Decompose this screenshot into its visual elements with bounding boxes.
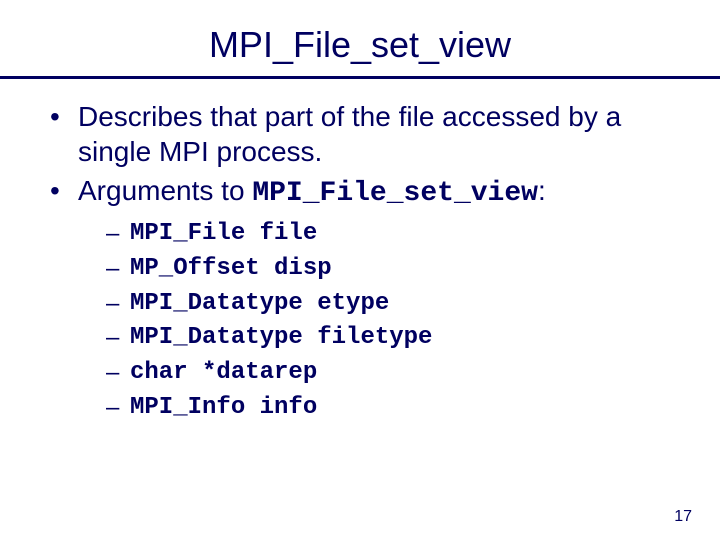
argument-item: MPI_Datatype etype	[106, 287, 680, 322]
argument-item: MP_Offset disp	[106, 252, 680, 287]
slide-title: MPI_File_set_view	[40, 24, 680, 66]
argument-item: MPI_Datatype filetype	[106, 321, 680, 356]
argument-item: char *datarep	[106, 356, 680, 391]
argument-item: MPI_File file	[106, 217, 680, 252]
bullet-text-suffix: :	[538, 175, 546, 206]
page-number: 17	[674, 508, 692, 526]
bullet-text: Describes that part of the file accessed…	[78, 101, 621, 167]
bullet-text-code: MPI_File_set_view	[252, 178, 538, 209]
slide: MPI_File_set_view Describes that part of…	[0, 0, 720, 540]
title-divider	[0, 76, 720, 79]
argument-item: MPI_Info info	[106, 391, 680, 426]
argument-list: MPI_File file MP_Offset disp MPI_Datatyp…	[106, 217, 680, 426]
bullet-item: Describes that part of the file accessed…	[50, 99, 680, 169]
bullet-item: Arguments to MPI_File_set_view: MPI_File…	[50, 173, 680, 426]
bullet-text-prefix: Arguments to	[78, 175, 252, 206]
bullet-list: Describes that part of the file accessed…	[50, 99, 680, 426]
